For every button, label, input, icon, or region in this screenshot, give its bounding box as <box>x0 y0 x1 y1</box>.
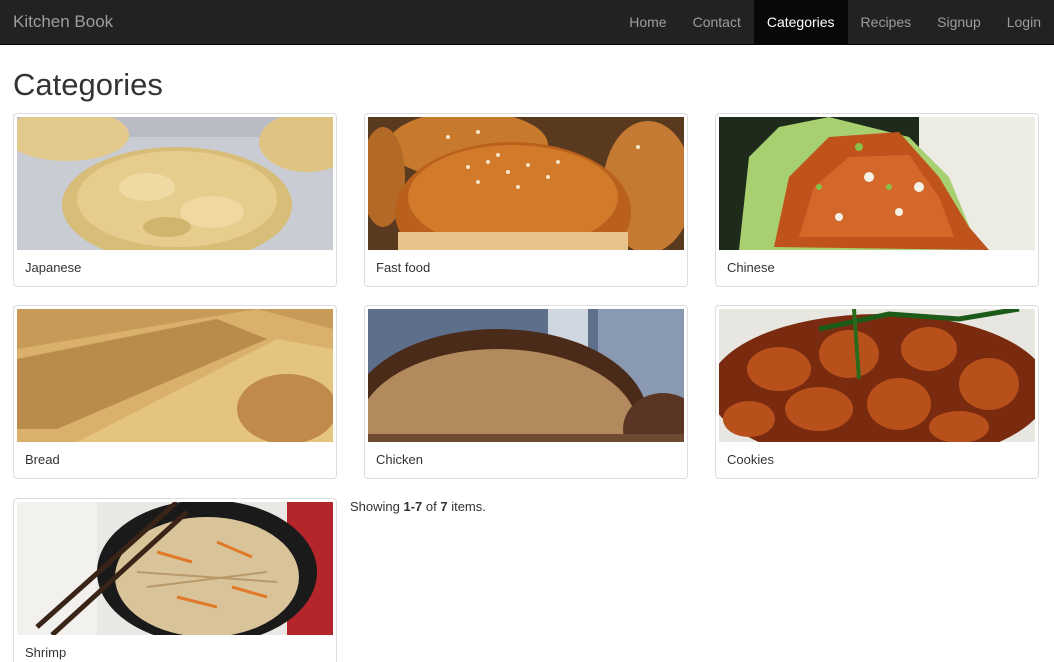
brand-link[interactable]: Kitchen Book <box>0 0 126 44</box>
summary-of: of <box>422 499 441 514</box>
category-name[interactable]: Chicken <box>368 442 684 467</box>
flatbread-image <box>17 117 333 250</box>
category-image[interactable] <box>719 117 1035 250</box>
general-tso-chicken-image <box>719 309 1035 442</box>
nav-item-categories[interactable]: Categories <box>753 0 848 44</box>
category-name[interactable]: Cookies <box>719 442 1035 467</box>
category-image[interactable] <box>17 309 333 442</box>
category-image[interactable] <box>368 117 684 250</box>
category-image[interactable] <box>17 502 333 635</box>
category-image[interactable] <box>368 309 684 442</box>
nav-item-home[interactable]: Home <box>616 0 679 44</box>
category-name[interactable]: Fast food <box>368 250 684 275</box>
rye-bread-image <box>368 309 684 442</box>
noodles-image <box>17 502 333 635</box>
summary-total: 7 <box>440 499 448 514</box>
nav-item-recipes[interactable]: Recipes <box>848 0 925 44</box>
category-card-cookies[interactable]: Cookies <box>715 305 1039 479</box>
main-content: Categories Japanese Fast food Chinese Br… <box>0 67 1054 662</box>
page-title: Categories <box>13 67 163 102</box>
category-name[interactable]: Bread <box>17 442 333 467</box>
category-grid: Japanese Fast food Chinese Bread Chicken… <box>13 113 1041 662</box>
nav-menu: Home Contact Categories Recipes Signup L… <box>616 0 1054 44</box>
summary-range: 1-7 <box>403 499 423 514</box>
category-name[interactable]: Japanese <box>17 250 333 275</box>
category-image[interactable] <box>719 309 1035 442</box>
chicken-rice-image <box>719 117 1035 250</box>
summary-suffix: items. <box>447 499 486 514</box>
nav-item-login[interactable]: Login <box>994 0 1054 44</box>
category-name[interactable]: Shrimp <box>17 635 333 660</box>
buns-image <box>368 117 684 250</box>
pagination-summary: Showing 1-7 of 7 items. <box>350 499 486 514</box>
navbar: Kitchen Book Home Contact Categories Rec… <box>0 0 1054 45</box>
nav-item-signup[interactable]: Signup <box>924 0 994 44</box>
category-image[interactable] <box>17 117 333 250</box>
category-card-chinese[interactable]: Chinese <box>715 113 1039 287</box>
nav-item-contact[interactable]: Contact <box>680 0 754 44</box>
cornbread-image <box>17 309 333 442</box>
summary-prefix: Showing <box>350 499 404 514</box>
category-card-japanese[interactable]: Japanese <box>13 113 337 287</box>
category-card-bread[interactable]: Bread <box>13 305 337 479</box>
category-card-chicken[interactable]: Chicken <box>364 305 688 479</box>
category-name[interactable]: Chinese <box>719 250 1035 275</box>
category-card-shrimp[interactable]: Shrimp <box>13 498 337 662</box>
category-card-fast-food[interactable]: Fast food <box>364 113 688 287</box>
